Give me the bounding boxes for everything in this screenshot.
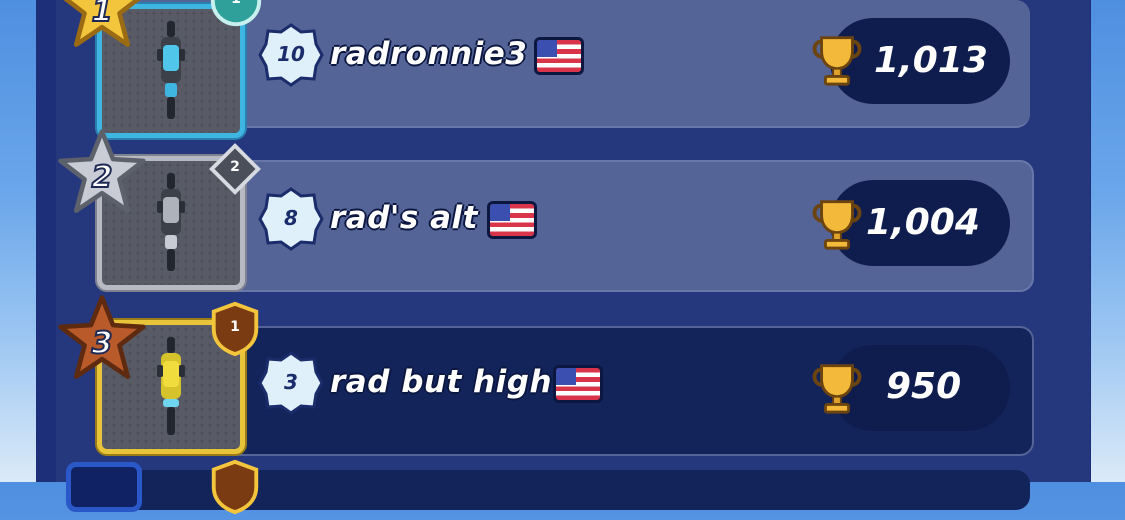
trophy-score: 950 [886, 366, 962, 407]
motorbike-icon [157, 173, 185, 271]
level-badge-icon: 3 [258, 350, 324, 416]
division-badge-number: 2 [230, 159, 240, 175]
level-number: 8 [284, 206, 298, 230]
rank-star-icon: 1 [56, 0, 148, 52]
us-flag-icon [490, 204, 534, 236]
division-badge-icon: 2 [206, 140, 264, 198]
division-badge-icon: 1 [206, 300, 264, 358]
level-number: 10 [277, 42, 305, 66]
level-badge-icon: 8 [258, 186, 324, 252]
trophy-icon [808, 358, 866, 416]
player-name[interactable]: radronnie3 [330, 36, 527, 72]
level-badge-icon: 10 [258, 22, 324, 88]
rank-star-icon: 2 [56, 126, 148, 218]
trophy-icon [808, 30, 866, 88]
motorbike-icon [157, 337, 185, 435]
vehicle-thumbnail[interactable] [66, 462, 142, 512]
us-flag-icon [556, 368, 600, 400]
player-name[interactable]: rad but high [330, 364, 552, 400]
level-number: 3 [284, 370, 298, 394]
division-badge-icon: 1 [207, 0, 265, 30]
division-badge-number: 1 [207, 0, 265, 7]
division-badge-number: 1 [230, 319, 240, 335]
trophy-score: 1,004 [866, 202, 980, 243]
trophy-icon [808, 194, 866, 252]
trophy-score: 1,013 [874, 40, 988, 81]
rank-number: 3 [91, 325, 114, 362]
rank-number: 1 [91, 0, 114, 30]
rank-number: 2 [91, 159, 114, 196]
player-name[interactable]: rad's alt [330, 200, 478, 236]
division-badge-icon [206, 458, 264, 516]
rank-star-icon: 3 [56, 292, 148, 384]
motorbike-icon [157, 21, 185, 119]
us-flag-icon [537, 40, 581, 72]
